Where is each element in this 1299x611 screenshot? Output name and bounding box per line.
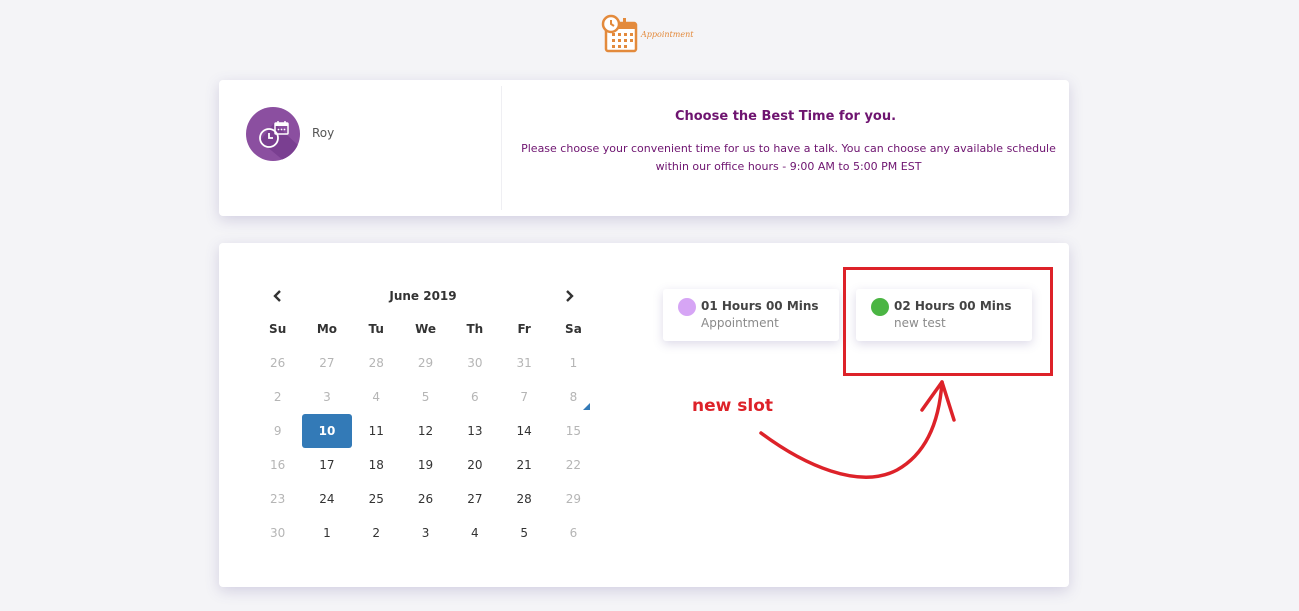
intro-description: Please choose your convenient time for u… [521, 142, 1056, 173]
annotation-arrow-icon [759, 380, 956, 479]
calendar-day[interactable]: 8 [549, 380, 598, 414]
chevron-right-icon [566, 290, 574, 302]
calendar-day[interactable]: 22 [549, 448, 598, 482]
calendar-day[interactable]: 14 [499, 414, 548, 448]
avatar [246, 107, 300, 161]
calendar-day[interactable]: 21 [499, 448, 548, 482]
clock-calendar-icon [259, 121, 300, 161]
calendar-day[interactable]: 25 [352, 482, 401, 516]
intro-card: Roy Choose the Best Time for you. Please… [219, 80, 1069, 216]
weekday-label: Tu [368, 322, 384, 336]
calendar-day[interactable]: 3 [302, 380, 351, 414]
chevron-left-icon [273, 290, 281, 302]
weekday-label: Mo [316, 322, 338, 336]
calendar-day[interactable]: 18 [352, 448, 401, 482]
calendar-day[interactable]: 4 [352, 380, 401, 414]
calendar-day[interactable]: 2 [253, 380, 302, 414]
calendar-day[interactable]: 13 [450, 414, 499, 448]
logo-text: Appointment [641, 30, 694, 39]
calendar-day-selected[interactable]: 10 [302, 414, 352, 448]
calendar-day[interactable]: 30 [450, 346, 499, 380]
calendar-day[interactable]: 15 [549, 414, 598, 448]
weekday-label: We [415, 322, 437, 336]
calendar-day[interactable]: 7 [499, 380, 548, 414]
calendar-day[interactable]: 26 [253, 346, 302, 380]
calendar-day[interactable]: 3 [401, 516, 450, 550]
calendar-day[interactable]: 28 [352, 346, 401, 380]
calendar-day[interactable]: 1 [302, 516, 351, 550]
calendar-day[interactable]: 24 [302, 482, 351, 516]
page-title: Choose the Best Time for you. [674, 109, 897, 124]
calendar-clock-icon [601, 14, 638, 53]
calendar-day[interactable]: 19 [401, 448, 450, 482]
calendar-prev-button[interactable] [267, 287, 287, 305]
calendar-day[interactable]: 23 [253, 482, 302, 516]
calendar-day[interactable]: 11 [352, 414, 401, 448]
calendar-grid: Su Mo Tu We Th Fr Sa 26 27 28 29 30 31 1 2 3 4 5 6 7 8 9 10 11 1… [253, 312, 598, 550]
weekday-label: Su [269, 322, 287, 336]
card-divider [501, 86, 502, 210]
slot-color-dot [678, 298, 696, 316]
calendar-day[interactable]: 31 [499, 346, 548, 380]
weekday-label: Fr [517, 322, 531, 336]
calendar-day[interactable]: 29 [549, 482, 598, 516]
calendar-corner-marker [583, 403, 590, 410]
calendar-day[interactable]: 26 [401, 482, 450, 516]
calendar-day[interactable]: 27 [450, 482, 499, 516]
calendar-day[interactable]: 2 [352, 516, 401, 550]
calendar-day[interactable]: 27 [302, 346, 351, 380]
calendar-day[interactable]: 16 [253, 448, 302, 482]
calendar-day[interactable]: 28 [499, 482, 548, 516]
weekday-label: Th [466, 322, 484, 336]
calendar-next-button[interactable] [560, 287, 580, 305]
app-logo: Appointment [601, 14, 694, 56]
calendar-day[interactable]: 12 [401, 414, 450, 448]
slot-duration: 01 Hours 00 Mins [701, 299, 819, 313]
calendar-day[interactable]: 6 [450, 380, 499, 414]
slot-card[interactable]: 01 Hours 00 Mins Appointment [663, 289, 839, 341]
calendar-day[interactable]: 30 [253, 516, 302, 550]
user-name: Roy [312, 126, 335, 140]
annotation-highlight-box [843, 267, 1053, 376]
calendar-day[interactable]: 5 [499, 516, 548, 550]
slot-name: Appointment [701, 316, 779, 330]
calendar-day[interactable]: 6 [549, 516, 598, 550]
weekday-label: Sa [565, 322, 582, 336]
calendar-day[interactable]: 4 [450, 516, 499, 550]
calendar-day[interactable]: 5 [401, 380, 450, 414]
calendar-day[interactable]: 1 [549, 346, 598, 380]
calendar-month-label[interactable]: June 2019 [353, 289, 493, 303]
booking-card: June 2019 Su Mo Tu We Th Fr Sa 26 27 28 29 30 31 1 2 3 4… [219, 243, 1069, 587]
calendar-day[interactable]: 29 [401, 346, 450, 380]
calendar-day[interactable]: 20 [450, 448, 499, 482]
calendar-day[interactable]: 9 [253, 414, 302, 448]
calendar-day[interactable]: 17 [302, 448, 351, 482]
